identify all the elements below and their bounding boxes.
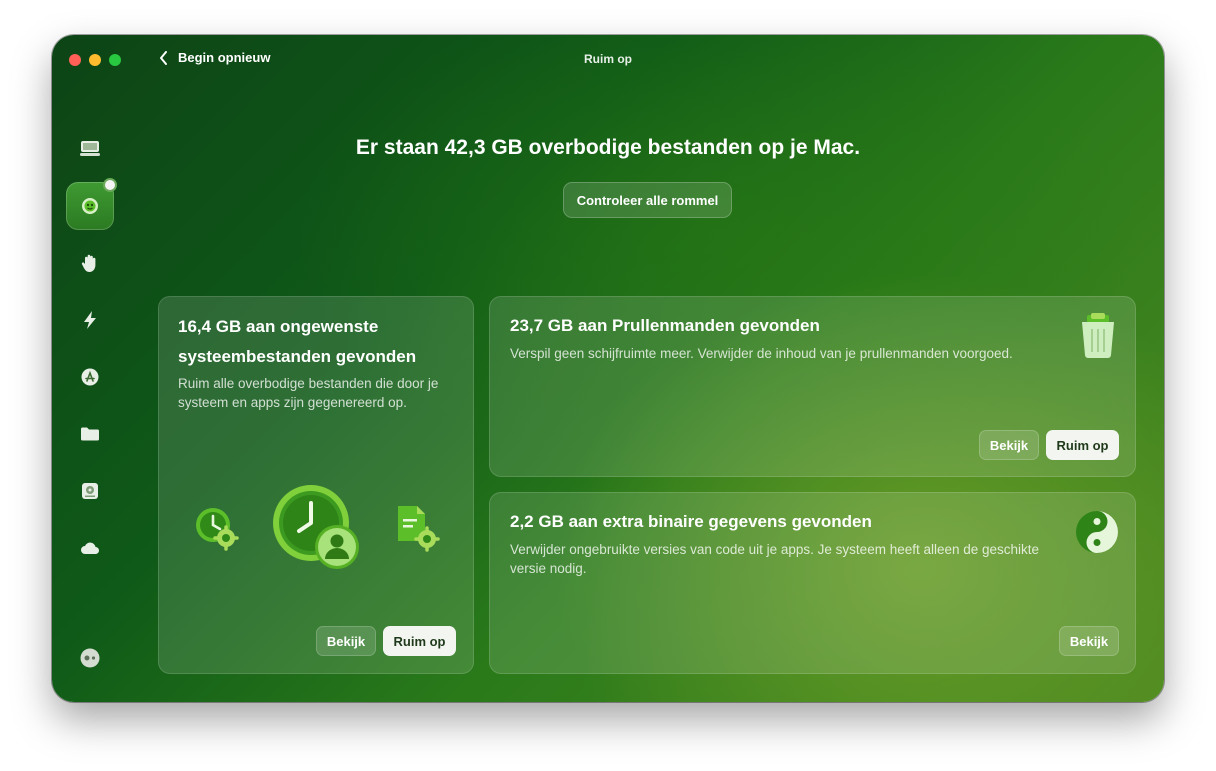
system-junk-clean-button[interactable]: Ruim op bbox=[383, 626, 456, 656]
active-indicator-badge bbox=[103, 178, 117, 192]
clock-gear-icon bbox=[196, 508, 239, 551]
page-headline: Er staan 42,3 GB overbodige bestanden op… bbox=[355, 136, 861, 159]
sidebar-item-cleanup[interactable] bbox=[66, 178, 117, 230]
trash-bins-card: 23,7 GB aan Prullenmanden gevonden Versp… bbox=[489, 296, 1136, 477]
document-gear-icon bbox=[398, 506, 440, 552]
sidebar-item-space-lens[interactable] bbox=[66, 467, 114, 515]
disk-icon bbox=[82, 483, 98, 499]
sidebar-item-files[interactable] bbox=[66, 410, 114, 458]
trash-bins-review-button[interactable]: Bekijk bbox=[979, 430, 1039, 460]
clock-user-icon bbox=[273, 485, 359, 569]
trash-bins-description: Verspil geen schijfruimte meer. Verwijde… bbox=[510, 346, 1013, 361]
lightning-icon bbox=[84, 311, 96, 329]
sidebar-assistant-button[interactable] bbox=[66, 634, 114, 682]
sidebar-item-applications[interactable] bbox=[66, 353, 114, 401]
trash-bins-title: 23,7 GB aan Prullenmanden gevonden bbox=[510, 316, 820, 335]
sidebar bbox=[66, 125, 117, 581]
assistant-icon bbox=[80, 648, 100, 668]
sidebar-item-protection[interactable] bbox=[66, 239, 114, 287]
extra-binaries-review-button[interactable]: Bekijk bbox=[1059, 626, 1119, 656]
extra-binaries-description: Verwijder ongebruikte versies van code u… bbox=[510, 542, 1040, 576]
sidebar-item-cloud[interactable] bbox=[66, 524, 114, 572]
sidebar-item-performance[interactable] bbox=[66, 296, 114, 344]
trash-bin-icon bbox=[1082, 313, 1114, 358]
cloud-icon bbox=[81, 542, 99, 554]
hand-icon bbox=[81, 254, 96, 272]
extra-binaries-title: 2,2 GB aan extra binaire gegevens gevond… bbox=[510, 512, 872, 531]
trash-bins-clean-button[interactable]: Ruim op bbox=[1046, 430, 1119, 460]
system-junk-review-button[interactable]: Bekijk bbox=[316, 626, 376, 656]
app-window: Begin opnieuw Ruim op Er staan 42,3 GB o… bbox=[52, 35, 1164, 702]
extra-binaries-card: 2,2 GB aan extra binaire gegevens gevond… bbox=[489, 492, 1136, 674]
app-store-icon bbox=[81, 368, 99, 386]
system-junk-description: Ruim alle overbodige bestanden die door … bbox=[178, 376, 439, 410]
window-title: Ruim op bbox=[584, 52, 632, 66]
folder-icon bbox=[81, 427, 99, 441]
universal-binary-icon bbox=[1076, 511, 1118, 553]
system-junk-title: 16,4 GB aan ongewenste systeembestanden … bbox=[178, 317, 417, 366]
cleanup-icon bbox=[82, 198, 98, 214]
review-all-junk-button[interactable]: Controleer alle rommel bbox=[563, 182, 732, 218]
system-junk-card: 16,4 GB aan ongewenste systeembestanden … bbox=[158, 296, 474, 674]
